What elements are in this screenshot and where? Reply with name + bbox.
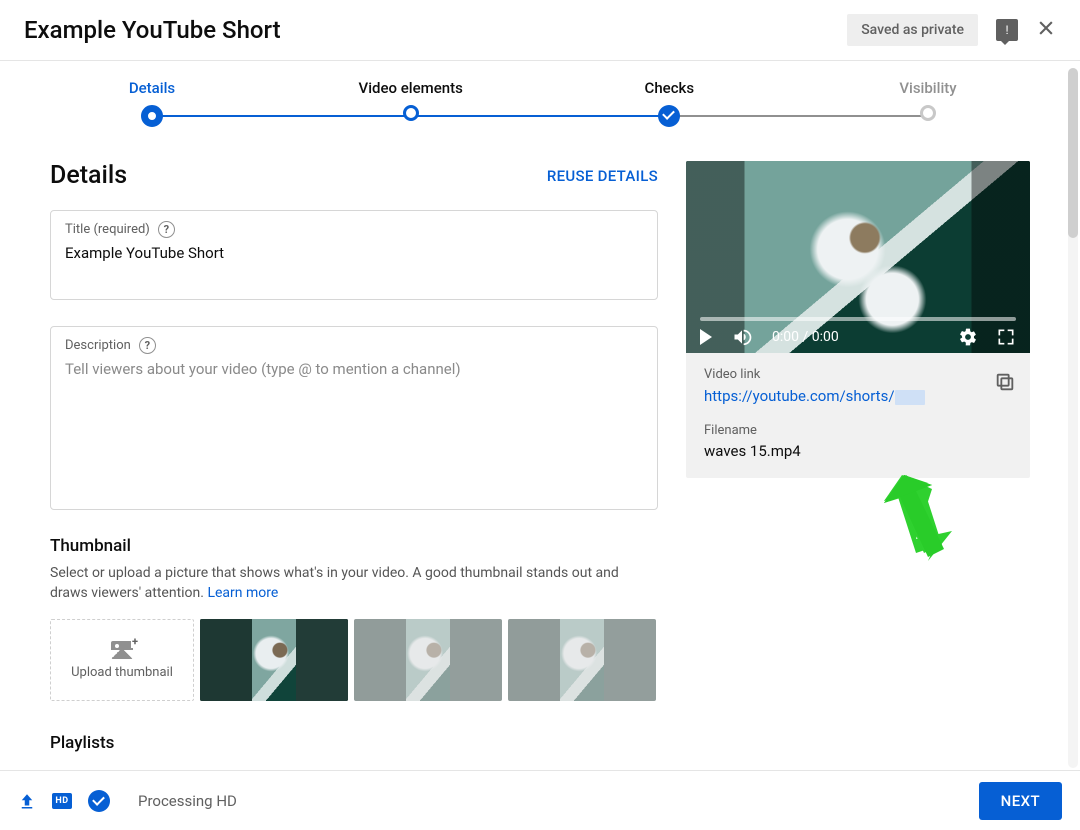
volume-button[interactable] [732,327,752,347]
stepper-track [152,115,928,117]
redacted-id [895,390,925,405]
step-dot-active [141,105,163,127]
thumbnail-option-2[interactable] [354,619,502,701]
next-button[interactable]: NEXT [979,782,1062,820]
description-field-label: Description [65,338,131,353]
video-link-label: Video link [704,367,1012,382]
filename-label: Filename [704,423,1012,438]
feedback-icon[interactable]: ! [996,19,1018,41]
progress-stepper: Details Video elements Checks Visibility [0,61,1080,127]
dialog-footer: HD Processing HD NEXT [0,770,1080,830]
playlists-heading: Playlists [50,733,658,753]
dialog-title: Example YouTube Short [24,16,281,44]
step-dot-disabled [920,105,936,121]
fullscreen-button[interactable] [996,327,1016,347]
filename-value: waves 15.mp4 [704,442,1012,460]
step-video-elements[interactable]: Video elements [389,79,433,127]
description-input[interactable]: Tell viewers about your video (type @ to… [65,360,643,378]
copy-link-button[interactable] [994,371,1016,397]
learn-more-link[interactable]: Learn more [207,585,278,601]
settings-button[interactable] [958,327,978,347]
video-player[interactable]: 0:00 / 0:00 [686,161,1030,353]
thumbnail-option-3[interactable] [508,619,656,701]
thumbnail-option-1[interactable] [200,619,348,701]
upload-status-icon [18,792,36,810]
video-preview-card: 0:00 / 0:00 Video link https://youtube.c… [686,161,1030,478]
section-title-details: Details [50,161,127,190]
title-field-label: Title (required) [65,222,150,237]
help-icon[interactable]: ? [139,337,156,354]
step-checks[interactable]: Checks [647,79,691,127]
image-icon [111,641,133,659]
step-dot-check [658,105,680,127]
step-details[interactable]: Details [130,79,174,127]
checks-done-icon [88,790,110,812]
description-field[interactable]: Description ? Tell viewers about your vi… [50,326,658,510]
step-dot [403,105,419,121]
upload-thumbnail-label: Upload thumbnail [71,665,173,680]
help-icon[interactable]: ? [158,221,175,238]
save-status-badge: Saved as private [847,14,978,46]
step-label: Details [129,79,175,97]
step-label: Checks [645,79,695,97]
time-display: 0:00 / 0:00 [772,329,839,345]
reuse-details-button[interactable]: REUSE DETAILS [547,167,658,185]
step-visibility[interactable]: Visibility [906,79,950,127]
scrollbar-thumb[interactable] [1068,68,1078,238]
video-link[interactable]: https://youtube.com/shorts/ [704,387,925,405]
hd-badge-icon: HD [52,793,72,809]
dialog-header: Example YouTube Short Saved as private ! [0,0,1080,61]
processing-status: Processing HD [138,792,237,810]
title-field[interactable]: Title (required) ? Example YouTube Short [50,210,658,300]
thumbnail-description: Select or upload a picture that shows wh… [50,564,650,603]
step-label: Video elements [359,79,463,97]
play-button[interactable] [700,329,712,345]
close-button[interactable] [1036,18,1056,42]
step-label: Visibility [899,79,956,97]
title-input[interactable]: Example YouTube Short [65,244,643,262]
upload-thumbnail-button[interactable]: + Upload thumbnail [50,619,194,701]
progress-bar[interactable] [700,317,1016,321]
thumbnail-heading: Thumbnail [50,536,658,556]
